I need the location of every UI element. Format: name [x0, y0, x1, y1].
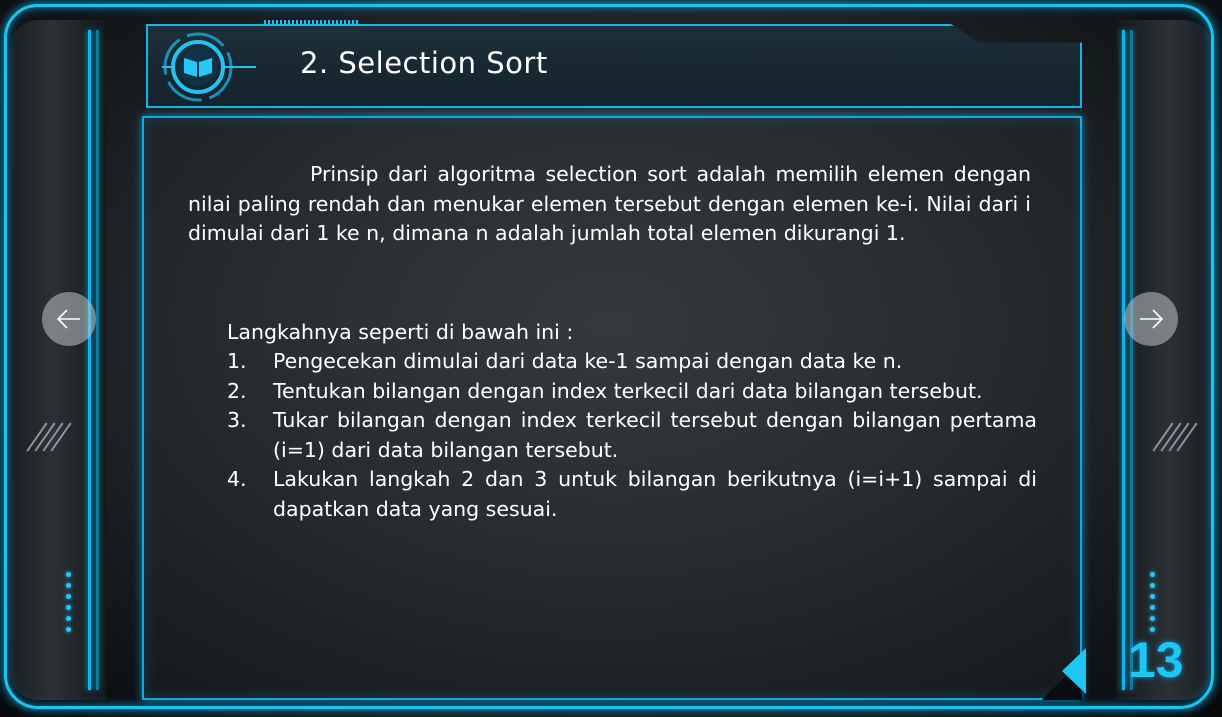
next-slide-button[interactable] — [1124, 292, 1178, 346]
slide-title: 2. Selection Sort — [300, 46, 548, 80]
page-number: 13 — [1128, 632, 1184, 688]
list-item-text: Tentukan bilangan dengan index terkecil … — [273, 378, 983, 403]
intro-paragraph: Prinsip dari algoritma selection sort ad… — [188, 160, 1031, 249]
list-item: 2. Tentukan bilangan dengan index terkec… — [227, 377, 1037, 407]
steps-list: 1. Pengecekan dimulai dari data ke-1 sam… — [227, 347, 1037, 524]
arrow-right-icon — [1140, 309, 1164, 329]
steps-heading: Langkahnya seperti di bawah ini : — [227, 320, 574, 344]
list-item-number: 3. — [227, 408, 247, 432]
intro-paragraph-text: Prinsip dari algoritma selection sort ad… — [188, 162, 1031, 245]
list-item-text: Pengecekan dimulai dari data ke-1 sampai… — [273, 349, 903, 373]
title-bar-accent-strip — [264, 20, 358, 26]
triangle-left-icon — [1062, 648, 1086, 694]
arrow-left-icon — [56, 309, 80, 329]
previous-slide-button[interactable] — [42, 292, 96, 346]
list-item-number: 2. — [227, 378, 247, 403]
list-item-text: Tukar bilangan dengan index terkecil ter… — [273, 408, 1037, 462]
list-item-number: 1. — [227, 349, 247, 373]
list-item: 3. Tukar bilangan dengan index terkecil … — [227, 406, 1037, 465]
list-item: 4. Lakukan langkah 2 dan 3 untuk bilanga… — [227, 465, 1037, 524]
slide-background: 2. Selection Sort Prinsip dari algoritma… — [0, 0, 1222, 717]
title-bar — [146, 24, 1082, 108]
list-item-text: Lakukan langkah 2 dan 3 untuk bilangan b… — [273, 467, 1037, 521]
list-item: 1. Pengecekan dimulai dari data ke-1 sam… — [227, 347, 1037, 377]
list-item-number: 4. — [227, 467, 247, 491]
book-emblem-icon — [160, 30, 256, 104]
back-triangle-button[interactable] — [1062, 648, 1086, 694]
